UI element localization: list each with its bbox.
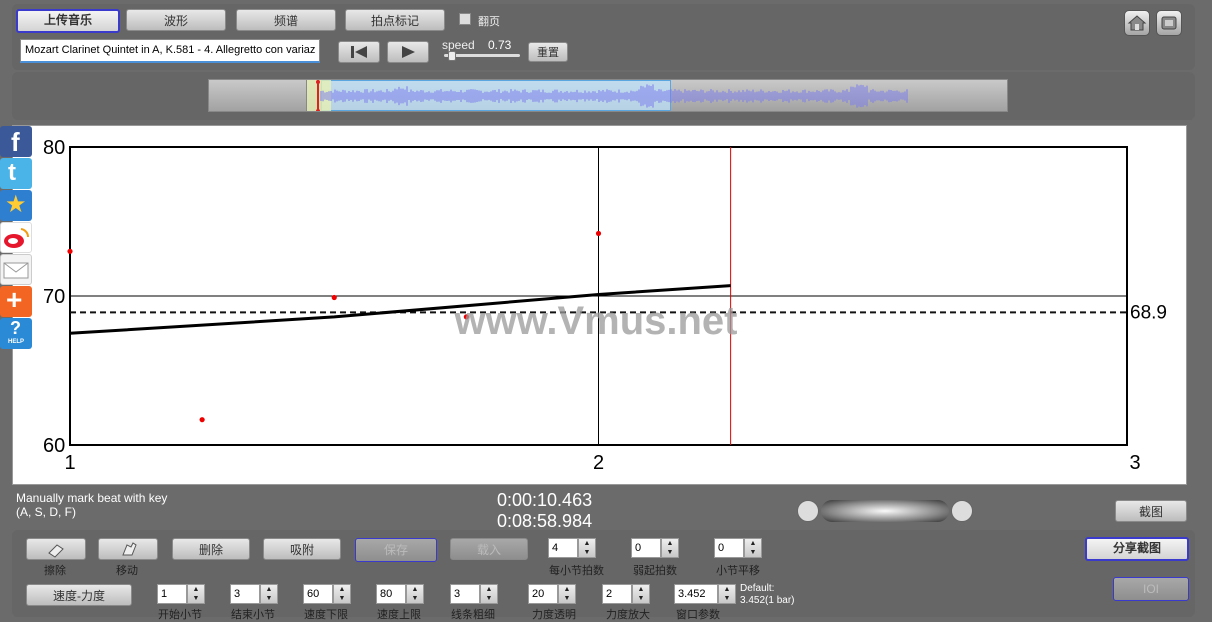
tempo-low-label: 速度下限 [304,609,348,621]
total-time: 0:08:58.984 [497,511,593,531]
facebook-icon[interactable]: f [0,126,32,157]
beats-per-bar-spinner[interactable]: 4 ▲ ▼ [548,538,596,558]
weibo-icon[interactable] [0,222,32,253]
tempo-dynamics-button[interactable]: 速度-力度 [26,584,132,606]
move-label: 移动 [116,565,138,577]
move-button[interactable] [98,538,158,560]
skip-back-icon [351,46,367,58]
play-icon [402,46,415,58]
track-title-field[interactable]: Mozart Clarinet Quintet in A, K.581 - 4.… [20,39,320,63]
tempo-high-spinner[interactable]: 80 ▲ ▼ [376,584,424,604]
pickup-label: 弱起拍数 [633,565,677,577]
eraser-icon [48,544,64,558]
tempo-high-label: 速度上限 [377,609,421,621]
dynamics-scale-spinner[interactable]: 2 ▲ ▼ [602,584,650,604]
volume-slider[interactable] [821,500,949,522]
page-turn-label: 翻页 [478,16,500,28]
dynamics-scale-label: 力度放大 [606,609,650,621]
reset-button[interactable]: 重置 [528,42,568,62]
tempo-low-spinner[interactable]: 60 ▲ ▼ [303,584,351,604]
screenshot-button[interactable]: 截图 [1115,500,1187,522]
current-time: 0:00:10.463 [497,490,593,510]
hint-line-1: Manually mark beat with key [16,491,168,505]
track-title-text: Mozart Clarinet Quintet in A, K.581 - 4.… [25,44,316,56]
curve-thickness-label: 线条粗细 [451,609,495,621]
dynamics-transparency-spinner[interactable]: 20 ▲ ▼ [528,584,576,604]
page-turn-checkbox[interactable] [459,13,471,25]
speed-value: 0.73 [488,38,512,52]
window-param-label: 窗口参数 [676,609,720,621]
ioi-button[interactable]: IOI [1113,577,1189,601]
twitter-icon[interactable]: t [0,158,32,189]
prev-button[interactable] [338,41,380,63]
end-bar-label: 结束小节 [231,609,275,621]
window-param-spinner[interactable]: 3.452 ▲ ▼ [674,584,736,604]
curve-thickness-spinner[interactable]: 3 ▲ ▼ [450,584,498,604]
speed-label: speed [442,38,475,52]
star-icon[interactable]: ★ [0,190,32,221]
speed-slider-thumb[interactable] [448,51,456,61]
attach-button[interactable]: 吸附 [263,538,341,560]
erase-button[interactable] [26,538,86,560]
beats-per-bar-label: 每小节拍数 [549,565,604,577]
spectrum-button[interactable]: 频谱 [236,9,336,31]
load-button[interactable]: 载入 [450,538,528,560]
delete-button[interactable]: 删除 [172,538,250,560]
start-bar-label: 开始小节 [158,609,202,621]
waveform-button[interactable]: 波形 [126,9,226,31]
bar-shift-label: 小节平移 [716,565,760,577]
start-bar-spinner[interactable]: 1 ▲ ▼ [157,584,205,604]
overview-waveform[interactable] [208,79,1008,112]
hint-line-2: (A, S, D, F) [16,505,76,519]
hand-icon [122,542,137,556]
volume-control[interactable] [797,500,973,522]
plus-icon[interactable]: + [0,284,32,317]
bar-shift-spinner[interactable]: 0 ▲ ▼ [714,538,762,558]
end-bar-spinner[interactable]: 3 ▲ ▼ [230,584,278,604]
erase-label: 擦除 [44,565,66,577]
home-icon[interactable] [1124,10,1150,36]
share-screenshot-button[interactable]: 分享截图 [1085,537,1189,561]
default-line-1: Default: [740,583,775,594]
help-icon[interactable]: ? HELP [0,318,32,349]
upload-music-button[interactable]: 上传音乐 [16,9,120,33]
beat-mark-button[interactable]: 拍点标记 [345,9,445,31]
help-label: HELP [8,339,25,345]
waveform-small-icon [797,500,819,522]
waveform-large-icon [951,500,973,522]
save-button[interactable]: 保存 [355,538,437,562]
pickup-spinner[interactable]: 0 ▲ ▼ [631,538,679,558]
chart-area[interactable] [12,125,1187,485]
mail-icon[interactable] [0,254,32,285]
play-button[interactable] [387,41,429,63]
waveform-trace [316,80,908,111]
default-line-2: 3.452(1 bar) [740,595,795,606]
dynamics-transparency-label: 力度透明 [532,609,576,621]
fullscreen-icon[interactable] [1156,10,1182,36]
